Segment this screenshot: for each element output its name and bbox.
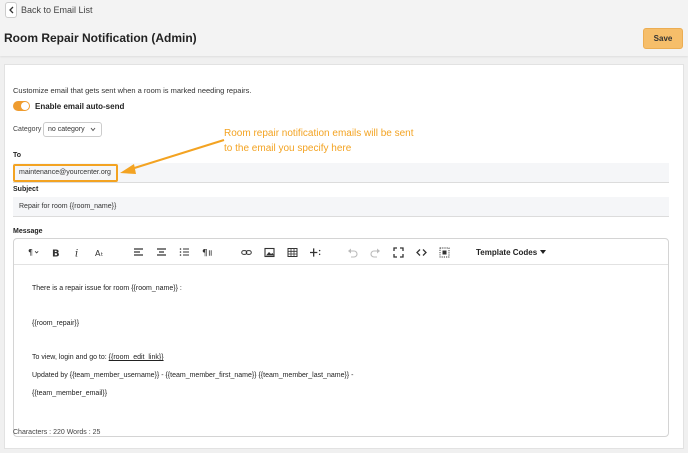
template-codes-label: Template Codes bbox=[476, 247, 538, 257]
chevron-left-icon bbox=[8, 6, 13, 14]
template-codes-dropdown[interactable]: Template Codes bbox=[476, 245, 547, 259]
ordered-list-button[interactable] bbox=[177, 245, 191, 259]
body-line-2: {{room_repair}} bbox=[32, 320, 80, 327]
annotation-line-2: to the email you specify here bbox=[224, 143, 352, 154]
link-icon bbox=[240, 249, 252, 255]
body-line-1: There is a repair issue for room {{room_… bbox=[32, 285, 182, 292]
italic-icon: i bbox=[75, 248, 78, 258]
bold-button[interactable]: B bbox=[49, 245, 61, 259]
annotation-line-1: Room repair notification emails will be … bbox=[224, 128, 414, 139]
svg-text:¶: ¶ bbox=[28, 248, 33, 257]
message-label: Message bbox=[13, 228, 43, 235]
paragraph-format-button[interactable]: ¶ bbox=[24, 245, 42, 259]
svg-text:B: B bbox=[52, 248, 60, 258]
undo-icon bbox=[347, 248, 357, 258]
to-label: To bbox=[13, 152, 22, 159]
insert-link-button[interactable] bbox=[239, 245, 253, 259]
font-size-icon: At bbox=[95, 248, 103, 257]
category-select[interactable]: no category bbox=[43, 122, 102, 137]
arrow-icon bbox=[120, 139, 225, 174]
subject-field[interactable]: Repair for room {{room_name}} bbox=[13, 197, 669, 217]
subject-label: Subject bbox=[13, 186, 39, 193]
auto-send-label: Enable email auto-send bbox=[35, 102, 125, 111]
subject-value: Repair for room {{room_name}} bbox=[19, 203, 117, 210]
insert-table-button[interactable] bbox=[285, 245, 299, 259]
fullscreen-button[interactable] bbox=[391, 245, 405, 259]
insert-image-button[interactable] bbox=[262, 245, 276, 259]
svg-text:¶: ¶ bbox=[202, 247, 208, 257]
description-text: Customize email that gets sent when a ro… bbox=[13, 86, 252, 95]
bold-icon: B bbox=[52, 248, 60, 258]
select-all-button[interactable] bbox=[437, 245, 451, 259]
chevron-down-icon bbox=[90, 127, 96, 132]
pilcrow-icon: ¶ bbox=[28, 248, 38, 257]
highlight-box bbox=[13, 164, 118, 182]
fullscreen-icon bbox=[392, 246, 404, 258]
save-button[interactable]: Save bbox=[643, 28, 683, 49]
image-icon bbox=[263, 247, 275, 257]
svg-text:t: t bbox=[100, 251, 102, 257]
font-size-button[interactable]: At bbox=[93, 245, 107, 259]
body-line-3-prefix: To view, login and go to: bbox=[32, 354, 109, 361]
back-link[interactable]: Back to Email List bbox=[21, 5, 93, 15]
page-title: Room Repair Notification (Admin) bbox=[4, 31, 197, 45]
auto-send-toggle[interactable] bbox=[13, 101, 30, 111]
message-editor[interactable]: ¶ B i At ¶ Template Codes There is a rep… bbox=[13, 238, 669, 437]
editor-toolbar: ¶ B i At ¶ Template Codes bbox=[14, 239, 668, 265]
select-all-icon bbox=[439, 247, 449, 257]
align-left-button[interactable] bbox=[131, 245, 145, 259]
body-line-4: Updated by {{team_member_username}} - {{… bbox=[32, 372, 354, 379]
top-bar: Back to Email List Room Repair Notificat… bbox=[0, 0, 688, 56]
undo-button[interactable] bbox=[345, 245, 359, 259]
plus-icon bbox=[309, 247, 320, 257]
align-left-icon bbox=[133, 247, 143, 256]
paragraph-style-button[interactable]: ¶ bbox=[200, 245, 214, 259]
room-edit-link[interactable]: {{room_edit_link}} bbox=[109, 354, 164, 361]
redo-button[interactable] bbox=[368, 245, 382, 259]
code-icon bbox=[415, 248, 427, 256]
category-value: no category bbox=[48, 126, 85, 133]
caret-down-icon bbox=[540, 250, 547, 254]
body-line-3: To view, login and go to: {{room_edit_li… bbox=[32, 354, 164, 361]
insert-more-button[interactable] bbox=[308, 245, 322, 259]
align-center-icon bbox=[156, 247, 166, 256]
toggle-knob bbox=[21, 102, 29, 110]
italic-button[interactable]: i bbox=[71, 245, 83, 259]
code-view-button[interactable] bbox=[414, 245, 428, 259]
align-center-button[interactable] bbox=[154, 245, 168, 259]
table-icon bbox=[287, 247, 297, 257]
character-word-counter: Characters : 220 Words : 25 bbox=[13, 429, 101, 436]
ordered-list-icon bbox=[179, 247, 189, 256]
back-button[interactable] bbox=[5, 2, 17, 18]
redo-icon bbox=[370, 248, 380, 258]
svg-text:i: i bbox=[75, 248, 78, 258]
paragraph-style-icon: ¶ bbox=[202, 247, 212, 258]
body-line-5: {{team_member_email}} bbox=[32, 390, 108, 397]
category-label: Category bbox=[13, 126, 42, 133]
